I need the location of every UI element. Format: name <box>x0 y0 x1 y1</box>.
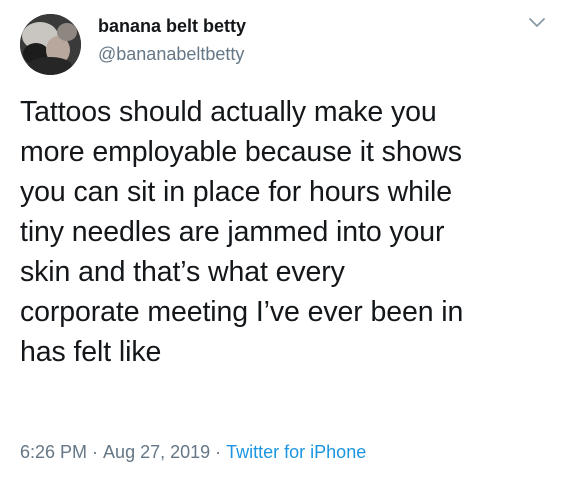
tweet-text-line: Tattoos should actually make you <box>20 96 437 128</box>
chevron-down-icon[interactable] <box>526 14 548 30</box>
tweet-text-line: corporate meeting I’ve ever been in <box>20 296 464 328</box>
tweet-text-line: more employable because it shows <box>20 136 462 168</box>
tweet-text-line: tiny needles are jammed into your <box>20 216 445 248</box>
tweet-text: Tattoos should actually make you more em… <box>20 92 555 372</box>
meta-separator: · <box>215 442 222 462</box>
tweet-date[interactable]: Aug 27, 2019 <box>103 442 210 462</box>
avatar-photo <box>20 14 81 75</box>
tweet-source-link[interactable]: Twitter for iPhone <box>226 442 366 462</box>
tweet-text-line: has felt like <box>20 336 162 368</box>
avatar[interactable] <box>20 14 81 75</box>
tweet-text-line: skin and that’s what every <box>20 256 345 288</box>
display-name[interactable]: banana belt betty <box>98 16 246 37</box>
tweet-time[interactable]: 6:26 PM <box>20 442 87 462</box>
meta-separator: · <box>92 442 99 462</box>
tweet-card: banana belt betty @bananabeltbetty Tatto… <box>0 0 563 479</box>
tweet-text-line: you can sit in place for hours while <box>20 176 453 208</box>
user-handle[interactable]: @bananabeltbetty <box>98 44 244 65</box>
tweet-meta: 6:26 PM · Aug 27, 2019 · Twitter for iPhone <box>20 442 366 463</box>
